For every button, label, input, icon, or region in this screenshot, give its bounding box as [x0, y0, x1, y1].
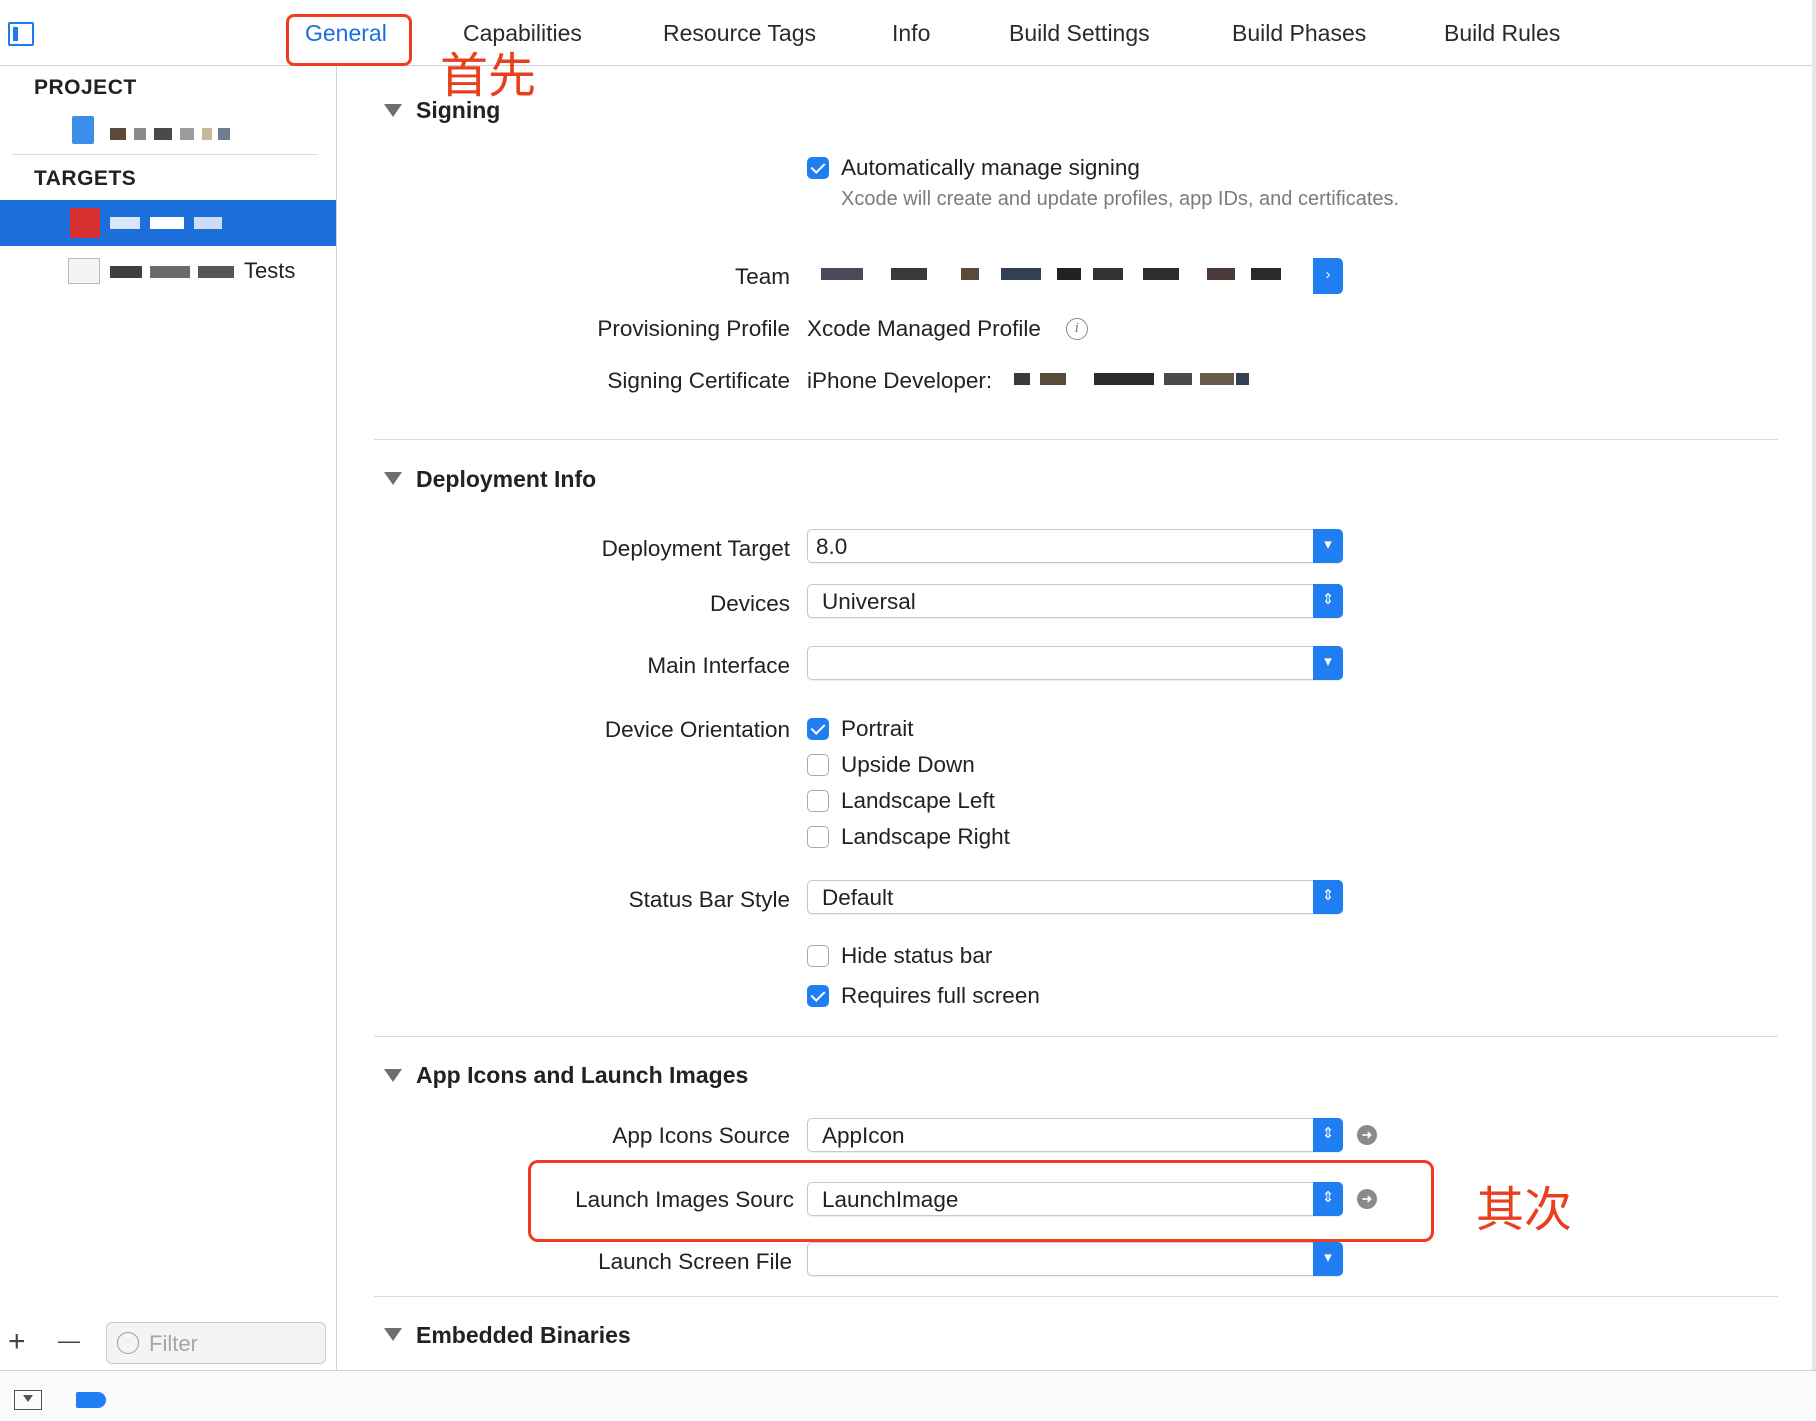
portrait-label: Portrait [841, 716, 914, 741]
landscape-left-checkbox[interactable] [807, 790, 829, 812]
devices-popup[interactable]: Universal ⇕ [807, 584, 1343, 618]
certificate-name-redacted [1014, 373, 1249, 387]
status-bar-style-label: Status Bar Style [628, 887, 790, 912]
tab-resource-tags[interactable]: Resource Tags [663, 20, 816, 47]
debug-area-icon[interactable] [14, 1390, 42, 1410]
launch-images-source-label: Launch Images Sourc [575, 1187, 794, 1212]
chevron-down-icon: ▾ [1313, 646, 1343, 680]
device-orientation-label: Device Orientation [604, 717, 790, 742]
auto-manage-signing-checkbox[interactable] [807, 157, 829, 179]
remove-button[interactable]: — [58, 1328, 80, 1354]
team-value-redacted [821, 268, 1281, 282]
target-row-selected[interactable] [0, 200, 336, 246]
tab-info[interactable]: Info [892, 20, 930, 47]
updown-arrows-icon: ⇕ [1313, 584, 1343, 618]
launch-screen-file-label: Launch Screen File [598, 1249, 792, 1274]
team-popup-arrow-icon: › [1313, 258, 1343, 294]
tab-build-rules[interactable]: Build Rules [1444, 20, 1560, 47]
provisioning-profile-label: Provisioning Profile [597, 316, 790, 341]
status-bar-style-value: Default [822, 885, 894, 910]
app-icons-source-label: App Icons Source [612, 1123, 790, 1148]
targets-header: TARGETS [34, 167, 137, 190]
auto-manage-signing-label: Automatically manage signing [841, 155, 1140, 180]
main-interface-combobox[interactable]: ▾ [807, 646, 1343, 680]
hide-status-bar-checkbox[interactable] [807, 945, 829, 967]
app-icons-disclosure-icon[interactable] [384, 1069, 402, 1082]
test-target-name-redacted [110, 266, 238, 278]
project-header: PROJECT [34, 76, 137, 99]
annotation-second: 其次 [1476, 1182, 1573, 1238]
app-icons-source-popup[interactable]: AppIcon ⇕ [807, 1118, 1343, 1152]
updown-arrows-icon: ⇕ [1313, 880, 1343, 914]
launch-screen-file-combobox[interactable]: ▾ [807, 1242, 1343, 1276]
updown-arrows-icon: ⇕ [1313, 1182, 1343, 1216]
team-popup[interactable]: › [807, 258, 1343, 294]
sidebar-toggle-icon[interactable] [8, 22, 34, 46]
test-bundle-icon [68, 258, 100, 284]
signing-certificate-label: Signing Certificate [607, 368, 790, 393]
landscape-left-label: Landscape Left [841, 788, 995, 813]
navigator-separator [12, 154, 318, 155]
target-name-redacted [110, 217, 222, 229]
breakpoint-icon[interactable] [76, 1392, 106, 1408]
test-target-row[interactable]: Tests [0, 254, 336, 290]
info-icon[interactable]: i [1066, 318, 1088, 340]
provisioning-profile-value: Xcode Managed Profile [807, 316, 1041, 341]
chevron-down-icon: ▾ [1313, 1242, 1343, 1276]
filter-field[interactable]: Filter [106, 1322, 326, 1364]
landscape-right-label: Landscape Right [841, 824, 1010, 849]
deployment-disclosure-icon[interactable] [384, 472, 402, 485]
tab-build-settings[interactable]: Build Settings [1009, 20, 1150, 47]
go-to-asset-icon[interactable]: ➜ [1357, 1189, 1377, 1209]
upside-down-label: Upside Down [841, 752, 975, 777]
chevron-down-icon: ▾ [1313, 529, 1343, 563]
requires-full-screen-label: Requires full screen [841, 983, 1040, 1008]
upside-down-checkbox[interactable] [807, 754, 829, 776]
debug-area-arrow [23, 1395, 33, 1402]
signing-disclosure-icon[interactable] [384, 104, 402, 117]
landscape-right-checkbox[interactable] [807, 826, 829, 848]
team-label: Team [734, 264, 790, 289]
tab-build-phases[interactable]: Build Phases [1232, 20, 1366, 47]
app-target-icon [70, 208, 100, 238]
hide-status-bar-label: Hide status bar [841, 943, 993, 968]
signing-section-title: Signing [416, 97, 501, 123]
annotation-first: 首先 [440, 48, 537, 104]
launch-images-source-popup[interactable]: LaunchImage ⇕ [807, 1182, 1343, 1216]
project-file-icon [72, 116, 94, 144]
devices-value: Universal [822, 589, 916, 614]
section-divider [374, 439, 1778, 440]
bottom-bar [0, 1370, 1816, 1421]
deployment-target-combobox[interactable]: 8.0 ▾ [807, 529, 1343, 563]
app-icons-section-title: App Icons and Launch Images [416, 1062, 749, 1088]
launch-images-source-value: LaunchImage [822, 1187, 959, 1212]
portrait-checkbox[interactable] [807, 718, 829, 740]
filter-icon [117, 1332, 139, 1354]
deployment-target-value: 8.0 [816, 534, 848, 559]
add-button[interactable]: + [8, 1325, 26, 1359]
embedded-binaries-section-title: Embedded Binaries [416, 1322, 631, 1348]
test-target-suffix: Tests [244, 258, 296, 283]
devices-label: Devices [709, 591, 790, 616]
filter-placeholder: Filter [149, 1331, 198, 1356]
main-interface-label: Main Interface [647, 653, 790, 678]
embedded-disclosure-icon[interactable] [384, 1328, 402, 1341]
deployment-section-title: Deployment Info [416, 466, 597, 492]
project-name-redacted[interactable] [110, 128, 230, 140]
section-divider [374, 1296, 1778, 1297]
auto-manage-signing-hint: Xcode will create and update profiles, a… [841, 188, 1400, 210]
annotation-box-general [286, 14, 412, 66]
requires-full-screen-checkbox[interactable] [807, 985, 829, 1007]
signing-certificate-value: iPhone Developer: [807, 368, 993, 393]
section-divider [374, 1036, 1778, 1037]
go-to-asset-icon[interactable]: ➜ [1357, 1125, 1377, 1145]
status-bar-style-popup[interactable]: Default ⇕ [807, 880, 1343, 914]
deployment-target-label: Deployment Target [601, 536, 790, 561]
updown-arrows-icon: ⇕ [1313, 1118, 1343, 1152]
window-edge [1812, 0, 1816, 1370]
app-icons-source-value: AppIcon [822, 1123, 905, 1148]
